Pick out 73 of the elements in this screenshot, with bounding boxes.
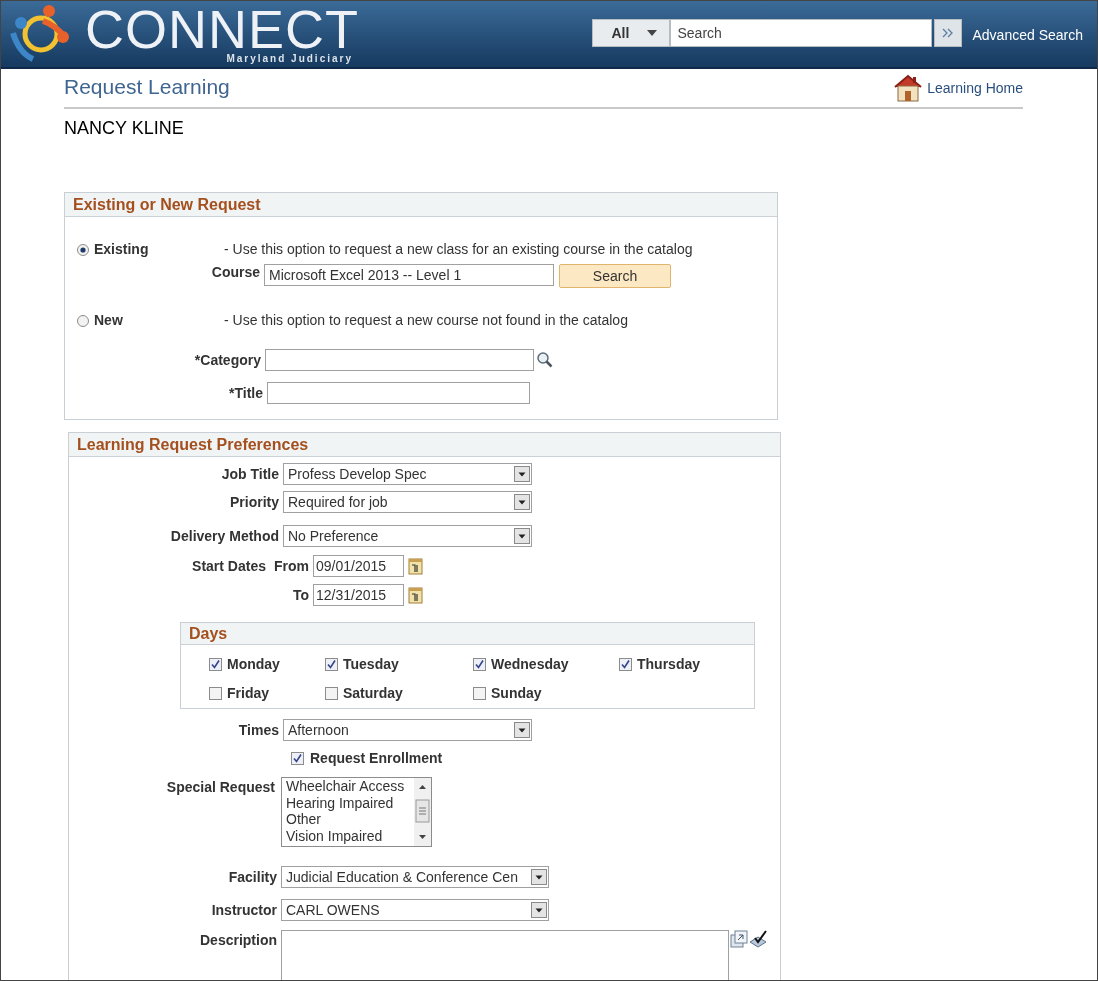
category-field[interactable] [265, 349, 534, 371]
unselected-radio[interactable] [77, 314, 89, 327]
section-header: Learning Request Preferences [69, 433, 780, 457]
day-label: Wednesday [491, 655, 569, 674]
field-label: Job Title [220, 464, 280, 484]
page-title: Request Learning [64, 73, 230, 100]
unchecked-checkbox[interactable] [473, 687, 486, 700]
field-label: *Category [193, 350, 262, 370]
day-label: Saturday [343, 684, 403, 703]
checkbox-label: Request Enrollment [310, 749, 443, 768]
calendar-icon[interactable] [408, 586, 424, 604]
learning-home-link[interactable]: Learning Home [927, 77, 1023, 99]
day-label: Thursday [637, 655, 700, 674]
option-description: - Use this option to request a new course not found in the catalog [224, 311, 628, 330]
list-option[interactable]: Other [286, 811, 414, 828]
search-field[interactable]: Search [670, 19, 933, 47]
caret-icon [647, 30, 658, 36]
day-label: Sunday [491, 684, 542, 703]
unchecked-checkbox[interactable] [325, 687, 338, 700]
days-header: Days [181, 623, 754, 645]
house-icon [893, 74, 924, 102]
list-option[interactable]: Hearing Impaired [286, 794, 414, 811]
checked-checkbox[interactable] [619, 658, 632, 671]
search-button[interactable]: Search [559, 264, 671, 288]
spellcheck-icon[interactable] [748, 930, 768, 950]
option-description: - Use this option to request a new class for an existing course in the catalog [224, 240, 693, 259]
field-label: Start Dates [191, 556, 266, 576]
field-label: To [291, 585, 310, 605]
user-name: NANCY KLINE [64, 117, 185, 140]
course-field[interactable]: Microsoft Excel 2013 -- Level 1 [264, 264, 554, 286]
search-go-button[interactable] [934, 19, 963, 47]
special-request-listbox[interactable]: Wheelchair Access Hearing Impaired Other Vision Impaired [281, 777, 432, 847]
list-option[interactable]: Wheelchair Access [286, 778, 414, 795]
field-label: Priority [229, 492, 280, 512]
checked-checkbox[interactable] [325, 658, 338, 671]
search-icon[interactable] [536, 351, 554, 369]
field-label: Description [199, 931, 278, 950]
date-field[interactable]: 12/31/2015 [313, 584, 404, 606]
double-chevron-icon [942, 28, 955, 38]
logo-subtitle: Maryland Judiciary [226, 54, 353, 64]
day-label: Tuesday [343, 655, 399, 674]
field-label: Delivery Method [169, 526, 280, 546]
dropdown-select[interactable]: No Preference [283, 525, 532, 547]
dropdown-select[interactable]: Profess Develop Spec [283, 463, 532, 485]
selected-radio[interactable] [77, 243, 89, 256]
dropdown-select[interactable]: Judicial Education & Conference Cen [281, 866, 549, 888]
dropdown-select[interactable]: Afternoon [283, 719, 532, 741]
dropdown-select[interactable]: Required for job [283, 491, 532, 513]
field-label: From [273, 556, 310, 576]
calendar-icon[interactable] [408, 557, 424, 575]
unchecked-checkbox[interactable] [209, 687, 222, 700]
list-option[interactable]: Vision Impaired [286, 827, 414, 844]
search-scope-dropdown[interactable]: All [592, 19, 671, 47]
option-label: Existing [94, 240, 150, 259]
day-label: Friday [227, 684, 269, 703]
field-label: *Title [228, 383, 264, 403]
field-label: Special Request [165, 778, 276, 797]
field-label: Facility [227, 867, 278, 887]
checked-checkbox[interactable] [473, 658, 486, 671]
advanced-search-link[interactable]: Advanced Search [972, 25, 1083, 46]
logo-title: CONNECT [85, 4, 359, 54]
checked-checkbox[interactable] [291, 752, 304, 765]
date-field[interactable]: 09/01/2015 [313, 555, 404, 577]
checked-checkbox[interactable] [209, 658, 222, 671]
option-label: New [94, 311, 124, 330]
day-label: Monday [227, 655, 280, 674]
title-field[interactable] [267, 382, 530, 404]
field-label: Course [210, 263, 261, 282]
field-label: Times [237, 720, 280, 740]
scrollbar-icon[interactable] [414, 778, 431, 846]
field-label: Instructor [210, 900, 278, 920]
dropdown-select[interactable]: CARL OWENS [281, 899, 549, 921]
section-header: Existing or New Request [65, 193, 777, 217]
